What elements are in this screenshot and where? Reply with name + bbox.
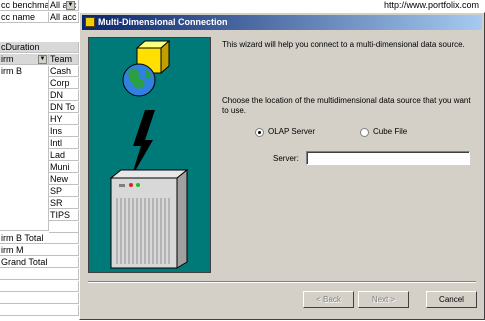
team-cell[interactable]: Cash [49,66,79,77]
team-cell[interactable]: SP [49,186,79,197]
team-cell[interactable]: HY [49,114,79,125]
team-cell[interactable]: TIPS [49,210,79,221]
team-cell[interactable]: Muni [49,162,79,173]
empty-cell[interactable] [0,305,79,316]
team-cell[interactable]: Intl [49,138,79,149]
server-input[interactable] [306,151,470,165]
choose-location-text: Choose the location of the multidimensio… [222,96,471,115]
duration-header[interactable]: cDuration [0,42,79,53]
cell-row1-label[interactable]: cc benchma [0,0,49,11]
firm-b-total-cell[interactable]: irm B Total [0,233,79,244]
team-cell[interactable]: Ins [49,126,79,137]
team-cell[interactable]: Lad [49,150,79,161]
server-label: Server: [273,154,299,163]
firm-b-cell[interactable]: irm B [0,66,49,231]
team-cell[interactable]: Corp [49,78,79,89]
cell-row2-label[interactable]: cc name [0,12,49,23]
globe-icon [122,63,156,97]
wizard-art-svg [109,39,189,269]
cancel-button[interactable]: Cancel [426,291,477,308]
radio-selected-icon[interactable] [255,127,264,137]
team-cell[interactable]: SR [49,198,79,209]
team-cell[interactable]: New [49,174,79,185]
cube-title-icon [85,17,95,27]
cube-file-radio[interactable]: Cube File [360,127,407,137]
wizard-illustration [88,37,211,273]
filter-dropdown-icon[interactable]: ▼ [66,1,75,10]
multi-dimensional-connection-dialog: Multi-Dimensional Connection This wizard… [79,12,485,320]
lightning-icon [131,110,155,178]
empty-cell[interactable] [0,281,79,292]
team-column-header[interactable]: Team [49,54,79,65]
firm-dropdown-icon[interactable]: ▼ [38,55,47,64]
olap-server-label: OLAP Server [268,127,315,136]
dialog-title: Multi-Dimensional Connection [98,17,228,27]
empty-cell[interactable] [0,269,79,280]
intro-text: This wizard will help you connect to a m… [222,40,465,49]
cube-file-label: Cube File [373,127,408,136]
empty-cell[interactable] [0,293,79,304]
back-button[interactable]: < Back [303,291,354,308]
server-icon [109,168,189,269]
team-cell[interactable]: DN [49,90,79,101]
button-separator [88,281,476,283]
firm-m-cell[interactable]: irm M [0,245,79,256]
cell-row2-value[interactable]: All acc [49,12,79,23]
dialog-titlebar[interactable]: Multi-Dimensional Connection [82,15,482,30]
next-button[interactable]: Next > [358,291,409,308]
team-cell[interactable]: DN To [49,102,79,113]
radio-unselected-icon[interactable] [360,127,369,137]
url-cell[interactable]: http://www.portfolix.com [384,0,485,11]
olap-server-radio[interactable]: OLAP Server [255,127,315,137]
grand-total-cell[interactable]: Grand Total [0,257,79,268]
team-cell-empty[interactable] [49,222,79,233]
